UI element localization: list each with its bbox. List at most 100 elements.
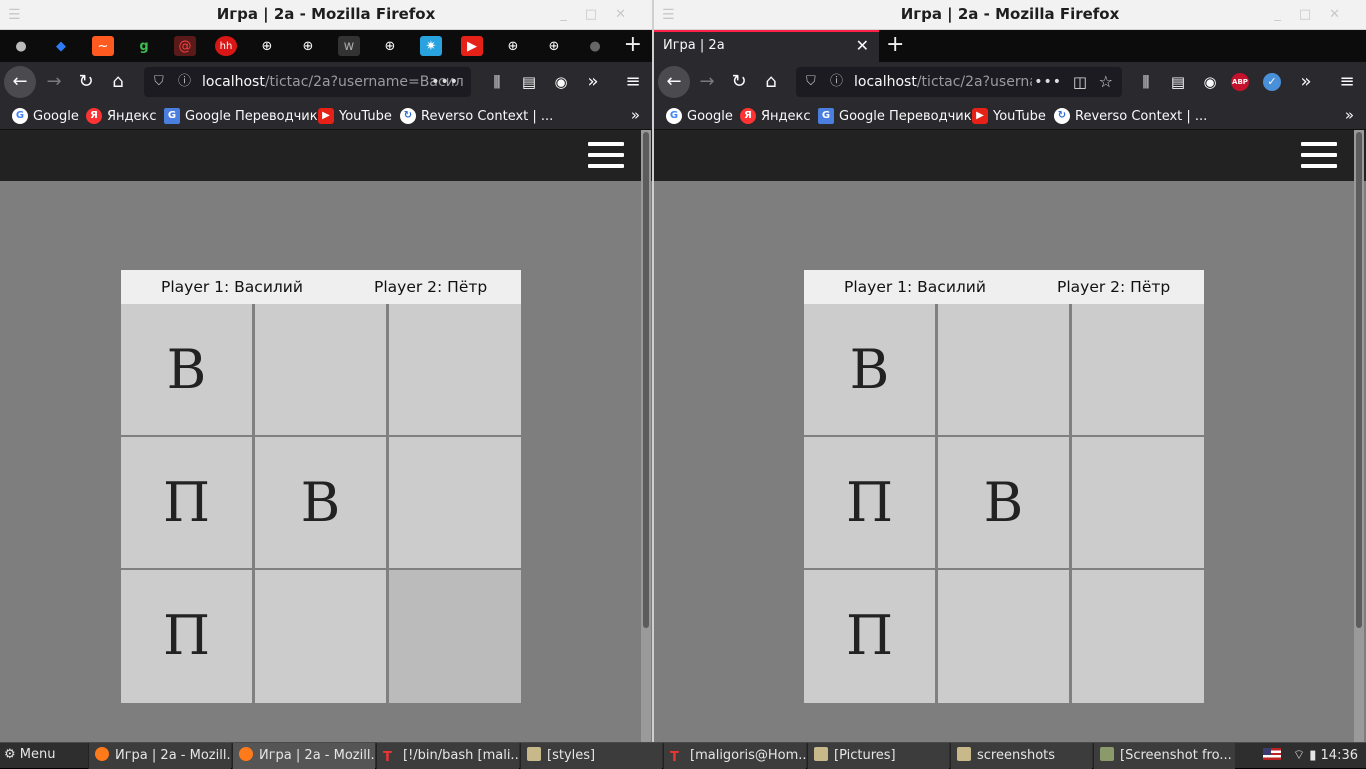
bookmarks-overflow-icon[interactable]: » — [631, 106, 640, 124]
board-cell[interactable] — [938, 304, 1069, 435]
start-menu-button[interactable]: ⚙ Menu — [4, 747, 56, 762]
window-controls[interactable]: _□✕ — [1274, 0, 1358, 29]
w-tab-icon[interactable]: w — [338, 36, 360, 56]
globe-tab-icon[interactable]: ⊕ — [256, 36, 278, 56]
hh-tab-icon[interactable]: hh — [215, 36, 237, 56]
board-cell[interactable]: П — [121, 570, 252, 703]
bookmark-google[interactable]: G Google — [12, 108, 79, 124]
bookmark-yandex[interactable]: Я Яндекс — [86, 108, 157, 124]
url-text[interactable]: localhost/tictac/2a?usernam — [854, 67, 1032, 97]
forward-icon[interactable]: → — [696, 71, 718, 93]
board-cell[interactable]: В — [804, 304, 935, 435]
vertical-scrollbar[interactable] — [1354, 130, 1364, 742]
board-cell[interactable]: В — [255, 437, 386, 568]
url-bar[interactable]: ⛉ ⓘ localhost/tictac/2a?username=Васил •… — [144, 67, 471, 97]
extension-icon[interactable]: ✓ — [1263, 73, 1281, 91]
bookmarks-overflow-icon[interactable]: » — [1345, 106, 1354, 124]
url-text[interactable]: localhost/tictac/2a?username=Васил — [202, 67, 464, 97]
us-flag-icon[interactable] — [1262, 748, 1281, 760]
back-icon[interactable]: ← — [658, 66, 690, 98]
taskbar-item-folder[interactable]: [styles] — [520, 743, 662, 769]
window-titlebar[interactable]: ☰ Игра | 2a - Mozilla Firefox _□✕ — [654, 0, 1366, 30]
bookmark-reverso[interactable]: ↻ Reverso Context | ... — [400, 108, 553, 124]
home-icon[interactable]: ⌂ — [107, 71, 129, 93]
board-cell[interactable] — [255, 570, 386, 703]
reload-icon[interactable]: ↻ — [75, 71, 97, 93]
bookmark-yandex[interactable]: Я Яндекс — [740, 108, 811, 124]
window-titlebar[interactable]: ☰ Игра | 2a - Mozilla Firefox _□✕ — [0, 0, 652, 30]
menu-icon[interactable]: ≡ — [1336, 71, 1358, 93]
board-cell[interactable] — [1072, 570, 1204, 703]
taskbar-item-terminal[interactable]: T [maligoris@Hom... — [663, 743, 806, 769]
taskbar-item-firefox[interactable]: Игра | 2a - Mozill... — [88, 743, 231, 769]
board-cell[interactable] — [938, 570, 1069, 703]
account-icon[interactable]: ◉ — [550, 71, 572, 93]
board-cell[interactable]: П — [804, 570, 935, 703]
bookmark-youtube[interactable]: ▶ YouTube — [972, 108, 1046, 124]
globe-tab-icon[interactable]: ⊕ — [543, 36, 565, 56]
bookmark-google-translate[interactable]: G Google Переводчик — [164, 108, 318, 124]
overflow-chevron-icon[interactable]: » — [582, 71, 604, 93]
bookmark-reverso[interactable]: ↻ Reverso Context | ... — [1054, 108, 1207, 124]
page-actions-icon[interactable]: ••• — [431, 67, 459, 97]
account-icon[interactable]: ◉ — [1199, 71, 1221, 93]
bookmark-youtube[interactable]: ▶ YouTube — [318, 108, 392, 124]
pocket-icon[interactable]: ◫ — [1073, 67, 1088, 97]
board-cell[interactable] — [255, 304, 386, 435]
board-cell[interactable] — [1072, 304, 1204, 435]
jira-tab-icon[interactable]: ◆ — [50, 36, 72, 56]
window-menu-icon[interactable]: ☰ — [662, 6, 675, 24]
bookmark-star-icon[interactable]: ☆ — [1099, 67, 1114, 97]
board-cell[interactable] — [389, 437, 521, 568]
url-bar[interactable]: ⛉ ⓘ localhost/tictac/2a?usernam ••• ◫ ☆ — [796, 67, 1122, 97]
youtube-tab-icon[interactable]: ▶ — [461, 36, 483, 56]
window-controls[interactable]: _□✕ — [560, 0, 644, 29]
board-cell[interactable]: В — [121, 304, 252, 435]
adblock-icon[interactable]: ABP — [1231, 73, 1249, 91]
shield-icon[interactable]: ⛉ — [154, 67, 164, 97]
github-tab-icon[interactable]: ● — [584, 36, 606, 56]
network-icon[interactable]: ⌔ — [1293, 748, 1305, 763]
active-tab[interactable]: Игра | 2a ✕ — [654, 30, 879, 62]
taskbar-item-folder[interactable]: [Pictures] — [807, 743, 949, 769]
info-icon[interactable]: ⓘ — [830, 67, 843, 97]
window-menu-icon[interactable]: ☰ — [8, 6, 21, 24]
globe-tab-icon[interactable]: ⊕ — [379, 36, 401, 56]
g-tab-icon[interactable]: g — [133, 36, 155, 56]
activity-tab-icon[interactable]: ~ — [92, 36, 114, 56]
reload-icon[interactable]: ↻ — [728, 71, 750, 93]
bookmark-google-translate[interactable]: G Google Переводчик — [818, 108, 972, 124]
library-icon[interactable]: ⫼ — [486, 71, 508, 93]
hamburger-menu-icon[interactable] — [1301, 142, 1337, 168]
library-icon[interactable]: ⫼ — [1135, 71, 1157, 93]
back-icon[interactable]: ← — [4, 66, 36, 98]
taskbar-item-folder[interactable]: screenshots — [950, 743, 1092, 769]
page-actions-icon[interactable]: ••• — [1034, 67, 1062, 97]
overflow-chevron-icon[interactable]: » — [1295, 71, 1317, 93]
sidebar-icon[interactable]: ▤ — [518, 71, 540, 93]
taskbar-item-screenshot[interactable]: [Screenshot fro... — [1093, 743, 1235, 769]
taskbar-item-terminal[interactable]: T [!/bin/bash [mali... — [376, 743, 519, 769]
gear-tab-icon[interactable]: ✷ — [420, 36, 442, 56]
new-tab-icon[interactable]: + — [624, 34, 642, 56]
menu-icon[interactable]: ≡ — [622, 71, 644, 93]
battery-icon[interactable]: ▮ — [1309, 748, 1316, 763]
clock[interactable]: 14:36 — [1321, 748, 1358, 763]
bookmark-google[interactable]: G Google — [666, 108, 733, 124]
info-icon[interactable]: ⓘ — [178, 67, 191, 97]
spiral-tab-icon[interactable]: @ — [174, 36, 196, 56]
globe-tab-icon[interactable]: ⊕ — [297, 36, 319, 56]
hamburger-menu-icon[interactable] — [588, 142, 624, 168]
board-cell[interactable] — [389, 570, 521, 703]
globe-tab-icon[interactable]: ⊕ — [502, 36, 524, 56]
sidebar-icon[interactable]: ▤ — [1167, 71, 1189, 93]
scrollbar-thumb[interactable] — [643, 132, 649, 628]
github-tab-icon[interactable]: ● — [10, 36, 32, 56]
board-cell[interactable]: П — [121, 437, 252, 568]
vertical-scrollbar[interactable] — [641, 130, 651, 742]
new-tab-icon[interactable]: + — [886, 34, 904, 56]
scrollbar-thumb[interactable] — [1356, 132, 1362, 628]
board-cell[interactable] — [389, 304, 521, 435]
home-icon[interactable]: ⌂ — [760, 71, 782, 93]
board-cell[interactable]: П — [804, 437, 935, 568]
